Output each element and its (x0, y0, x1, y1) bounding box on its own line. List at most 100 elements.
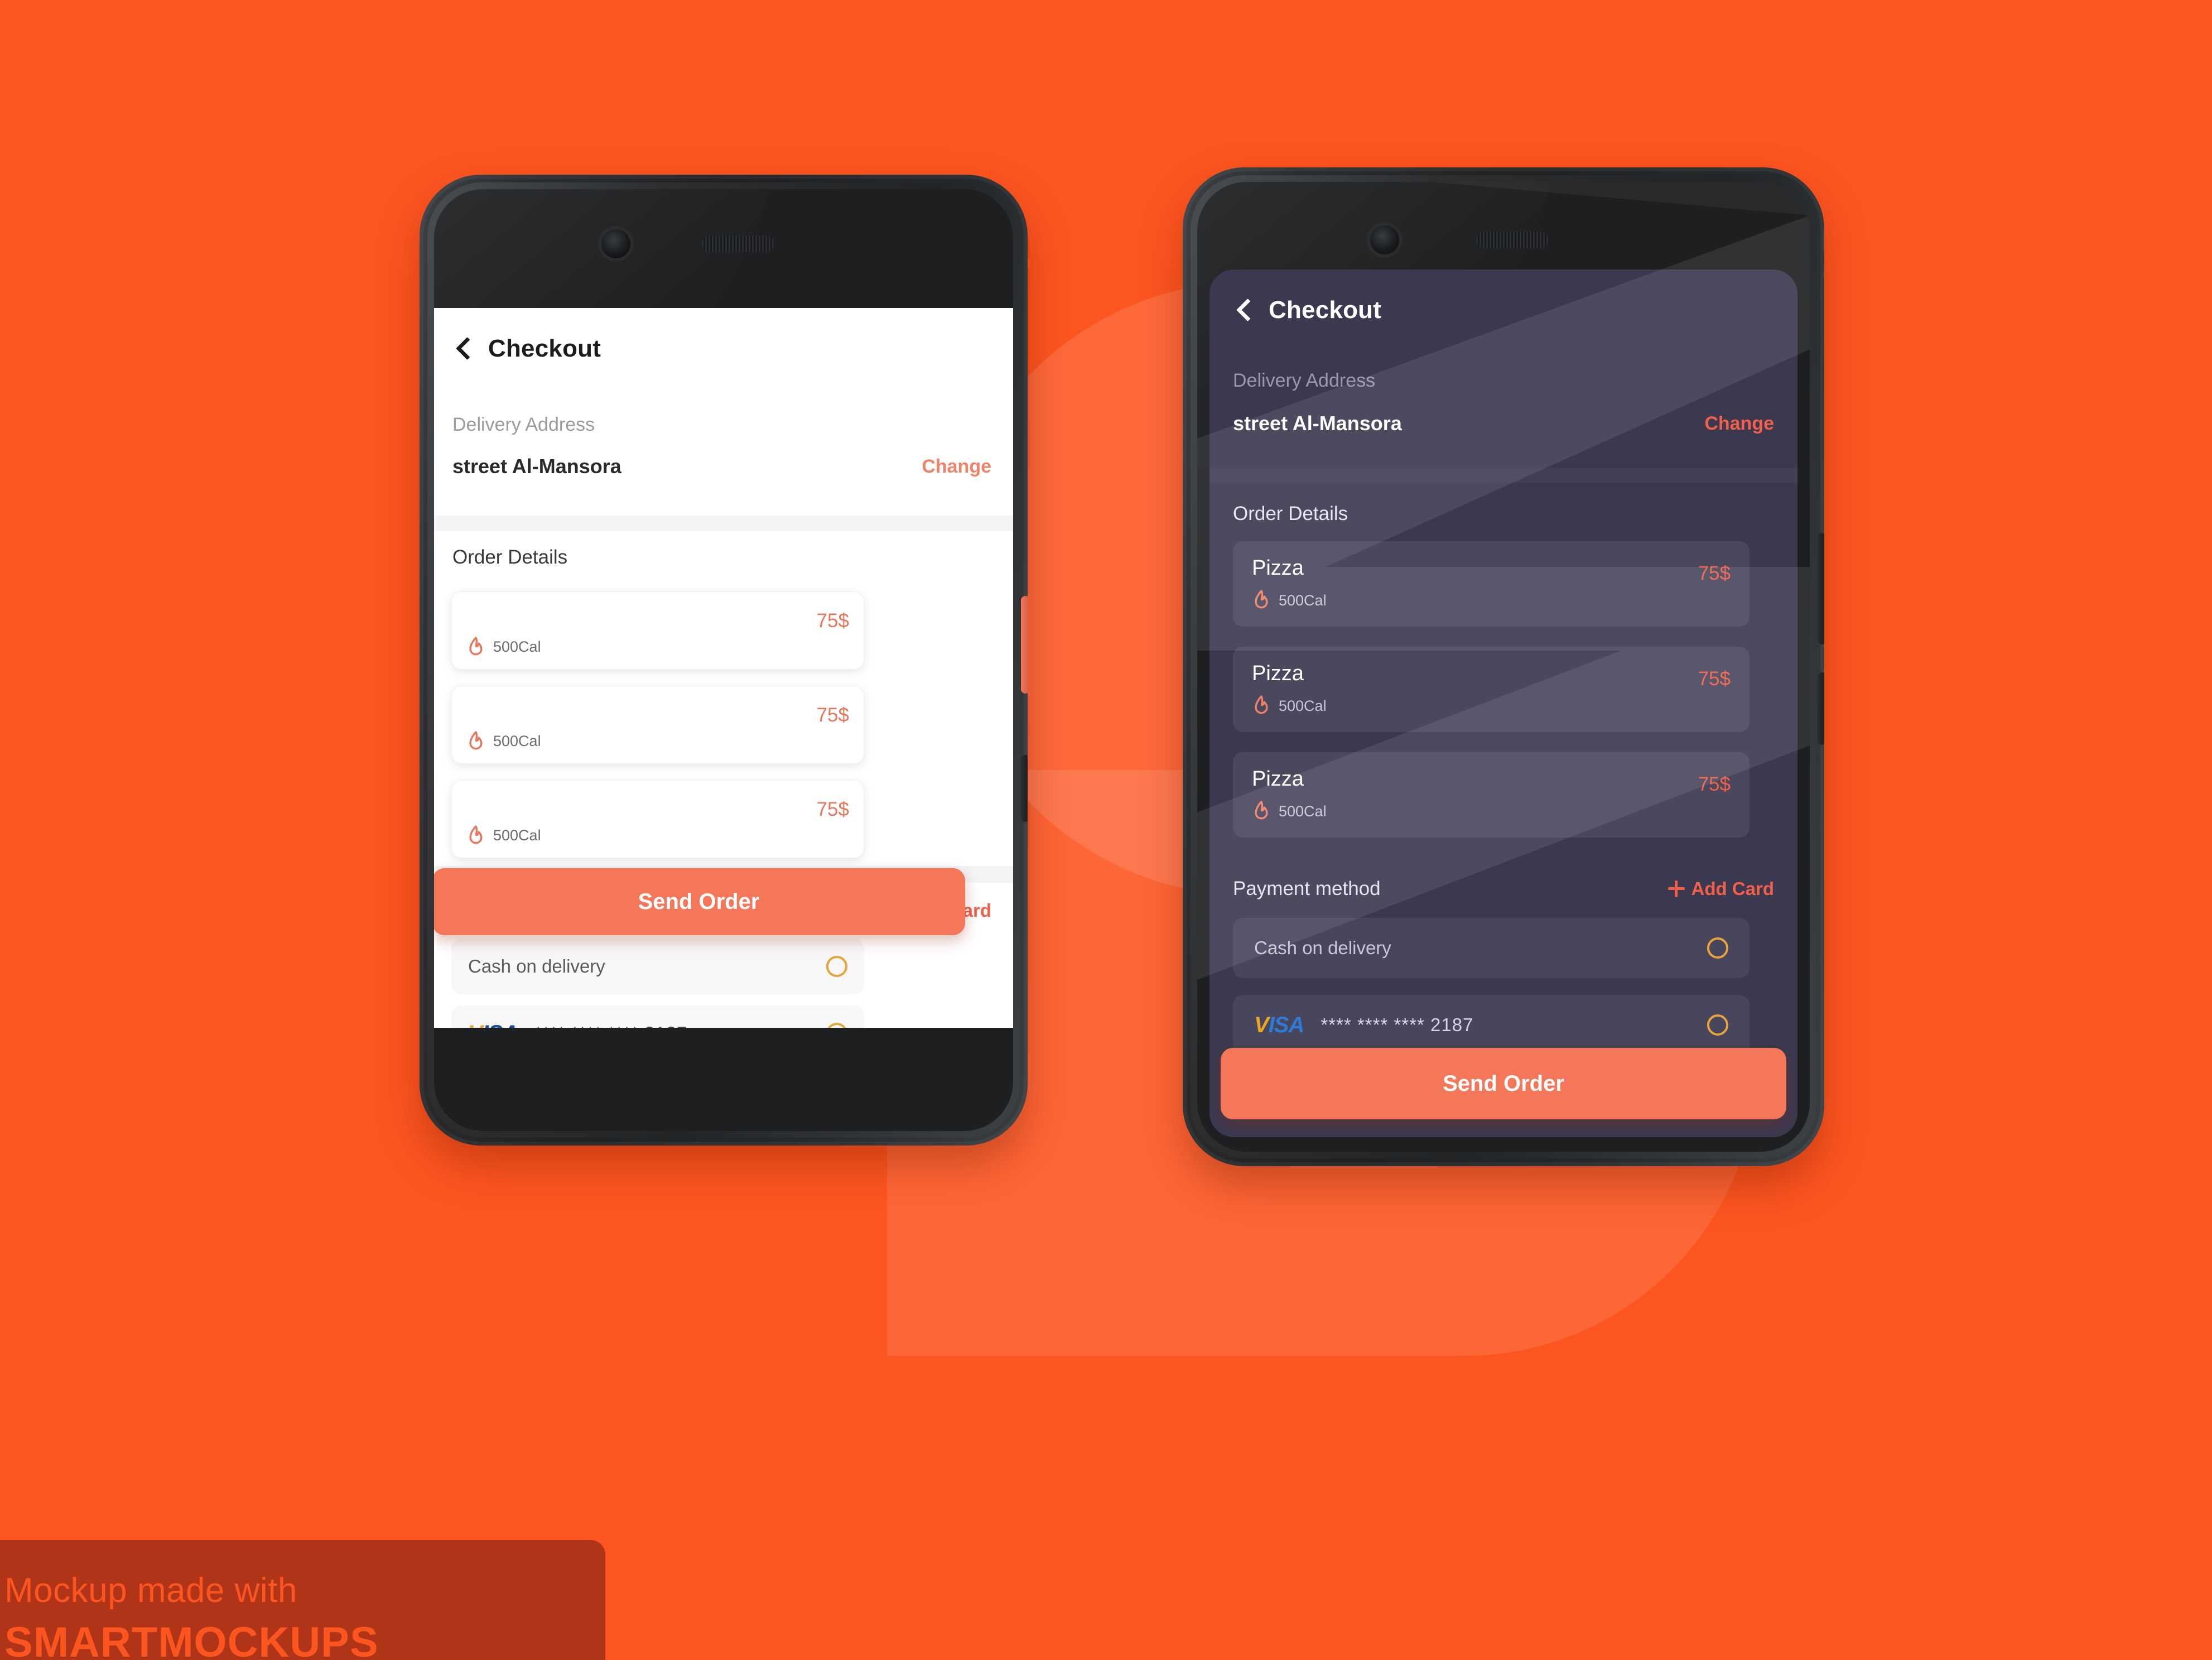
section-divider-1 (434, 516, 1013, 531)
order-item-calories: 500Cal (1279, 697, 1327, 714)
volume-button-light[interactable] (1021, 596, 1028, 694)
order-item-calories-row: 500Cal (1252, 589, 1327, 612)
payment-radio-unselected[interactable] (1707, 937, 1728, 959)
order-item-price: 75$ (816, 704, 849, 726)
page-title: Checkout (1269, 296, 1382, 324)
app-screen-dark: Checkout Delivery Address street Al-Mans… (1209, 270, 1797, 1137)
front-camera-icon (601, 229, 630, 258)
section-divider-1 (1209, 468, 1797, 483)
watermark-line-1: Mockup made with (4, 1571, 297, 1610)
send-order-label: Send Order (1443, 1071, 1564, 1096)
payment-method-label: Cash on delivery (1254, 937, 1391, 958)
order-item-calories-row: 500Cal (466, 825, 541, 847)
power-button-light[interactable] (1021, 755, 1028, 822)
earpiece-speaker-icon (1476, 232, 1549, 248)
delivery-address-value: street Al-Mansora (452, 455, 621, 478)
volume-button-dark[interactable] (1818, 533, 1824, 644)
watermark-line-2: SMARTMOCKUPS (4, 1619, 379, 1660)
change-address-link[interactable]: Change (922, 456, 991, 478)
send-order-label: Send Order (638, 889, 760, 914)
change-address-link[interactable]: Change (1704, 413, 1774, 435)
add-card-label: Add Card (1691, 878, 1775, 899)
order-item-card[interactable]: Pizza 500Cal 75$ (1233, 647, 1750, 732)
order-item-calories: 500Cal (493, 638, 541, 655)
payment-method-visa-row[interactable]: VISA **** **** **** 2187 (451, 1005, 864, 1028)
visa-logo-icon: VISA (468, 1021, 518, 1028)
order-item-price: 75$ (816, 610, 849, 632)
order-item-calories-row: 500Cal (1252, 695, 1327, 717)
app-header-dark: Checkout (1233, 296, 1381, 324)
order-item-price: 75$ (1698, 562, 1731, 584)
order-item-name: Pizza (1252, 662, 1304, 685)
payment-section-title: Payment method (1233, 878, 1381, 899)
order-item-info: Pizza 500Cal (1252, 767, 1327, 822)
order-item-calories: 500Cal (1279, 802, 1327, 820)
flame-icon (469, 636, 483, 655)
send-order-button[interactable]: Send Order (1221, 1048, 1786, 1119)
payment-section-header: Payment method Add Card (1233, 878, 1774, 900)
order-details-title: Order Details (1233, 503, 1348, 525)
order-item-price: 75$ (816, 798, 849, 820)
background-decoration (0, 0, 2212, 1660)
earpiece-speaker-icon (702, 235, 774, 252)
order-item-calories: 500Cal (1279, 591, 1327, 609)
order-item-name: Pizza (466, 791, 518, 815)
order-item-card[interactable]: Pizza 500Cal 75$ (1233, 752, 1750, 838)
card-number-masked: **** **** **** 2187 (1321, 1014, 1474, 1035)
app-header-light: Checkout (452, 335, 601, 363)
order-item-name: Pizza (466, 697, 518, 721)
order-item-calories: 500Cal (493, 733, 541, 749)
power-button-dark[interactable] (1818, 672, 1824, 745)
flame-icon (469, 730, 483, 749)
delivery-address-row: street Al-Mansora Change (1233, 412, 1774, 435)
payment-radio-unselected[interactable] (826, 956, 847, 977)
order-item-calories-row: 500Cal (466, 636, 541, 658)
phone-device-light: Checkout Delivery Address street Al-Mans… (420, 175, 1028, 1146)
payment-method-label: Cash on delivery (468, 956, 605, 976)
payment-method-cash-row[interactable]: Cash on delivery (1233, 918, 1750, 978)
visa-card-info: VISA **** **** **** 2187 (468, 1021, 687, 1028)
payment-radio-unselected[interactable] (1707, 1014, 1728, 1036)
flame-icon (1255, 695, 1268, 714)
delivery-address-value: street Al-Mansora (1233, 412, 1402, 435)
front-camera-icon (1370, 225, 1399, 254)
send-order-button[interactable]: Send Order (434, 868, 965, 935)
order-item-card[interactable]: Pizza 500Cal 75$ (451, 591, 864, 670)
flame-icon (469, 825, 483, 844)
delivery-section-label: Delivery Address (1233, 370, 1376, 391)
order-item-card[interactable]: Pizza 500Cal 75$ (1233, 541, 1750, 627)
payment-method-visa-row[interactable]: VISA **** **** **** 2187 (1233, 995, 1750, 1055)
visa-card-info: VISA **** **** **** 2187 (1254, 1013, 1473, 1038)
delivery-address-row: street Al-Mansora Change (452, 455, 991, 478)
order-item-card[interactable]: Pizza 500Cal 75$ (451, 686, 864, 764)
plus-icon (1668, 880, 1685, 897)
visa-logo-icon: VISA (1254, 1012, 1304, 1037)
order-item-price: 75$ (1698, 773, 1731, 795)
order-item-calories: 500Cal (493, 827, 541, 844)
order-item-info: Pizza 500Cal (466, 792, 541, 847)
order-item-card[interactable]: Pizza 500Cal 75$ (451, 780, 864, 858)
flame-icon (1255, 590, 1268, 609)
order-item-info: Pizza 500Cal (466, 603, 541, 658)
back-chevron-left-icon[interactable] (1233, 300, 1254, 321)
order-item-name: Pizza (1252, 556, 1304, 580)
flame-icon (1255, 801, 1268, 820)
payment-method-cash-row[interactable]: Cash on delivery (451, 939, 864, 994)
back-chevron-left-icon[interactable] (452, 338, 474, 359)
order-item-name: Pizza (1252, 767, 1304, 791)
order-item-calories-row: 500Cal (1252, 800, 1327, 822)
phone-glass-light: Checkout Delivery Address street Al-Mans… (434, 189, 1013, 1131)
smartmockups-watermark: Mockup made with SMARTMOCKUPS (0, 1540, 605, 1660)
payment-radio-unselected[interactable] (826, 1023, 847, 1028)
order-item-info: Pizza 500Cal (1252, 556, 1327, 612)
order-item-info: Pizza 500Cal (466, 697, 541, 753)
order-item-name: Pizza (466, 603, 518, 627)
order-item-info: Pizza 500Cal (1252, 662, 1327, 717)
page-title: Checkout (488, 335, 601, 362)
delivery-section-label: Delivery Address (452, 414, 595, 435)
add-card-button[interactable]: Add Card (1668, 878, 1775, 899)
card-number-masked: **** **** **** 2187 (534, 1023, 687, 1028)
order-details-title: Order Details (452, 546, 568, 568)
phone-glass-dark: Checkout Delivery Address street Al-Mans… (1197, 182, 1810, 1152)
order-item-price: 75$ (1698, 668, 1731, 690)
